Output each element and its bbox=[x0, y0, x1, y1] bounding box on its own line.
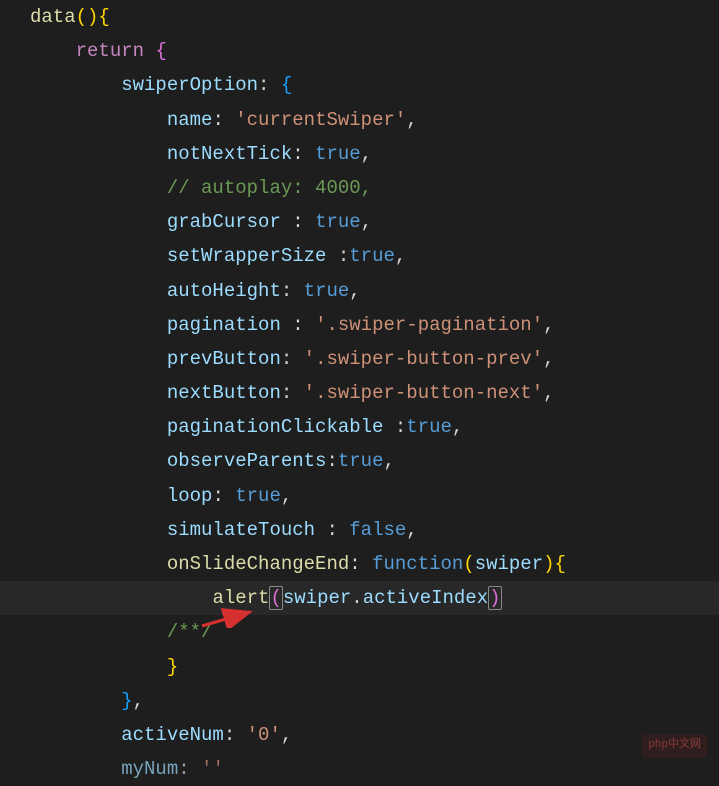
boolean-token: true bbox=[304, 280, 350, 302]
code-line: onSlideChangeEnd: function(swiper){ bbox=[0, 547, 719, 581]
code-line: activeNum: '0', bbox=[0, 718, 719, 752]
comment-token: // autoplay: 4000, bbox=[167, 177, 372, 199]
property-token: swiperOption bbox=[121, 74, 258, 96]
code-line: loop: true, bbox=[0, 479, 719, 513]
code-line: notNextTick: true, bbox=[0, 137, 719, 171]
code-line-highlight: alert(swiper.activeIndex) bbox=[0, 581, 719, 615]
boolean-token: false bbox=[349, 519, 406, 541]
string-token: '.swiper-button-next' bbox=[304, 382, 543, 404]
method-token: onSlideChangeEnd bbox=[167, 553, 349, 575]
code-line: myNum: '' bbox=[0, 752, 719, 786]
property-token: simulateTouch bbox=[167, 519, 315, 541]
property-token: paginationClickable bbox=[167, 416, 384, 438]
code-line: simulateTouch : false, bbox=[0, 513, 719, 547]
code-line: setWrapperSize :true, bbox=[0, 239, 719, 273]
code-line: paginationClickable :true, bbox=[0, 410, 719, 444]
method-token: data bbox=[30, 6, 76, 28]
string-token: '' bbox=[201, 758, 224, 780]
code-line: data(){ bbox=[0, 0, 719, 34]
code-line: nextButton: '.swiper-button-next', bbox=[0, 376, 719, 410]
keyword-token: return bbox=[76, 40, 144, 62]
boolean-token: true bbox=[406, 416, 452, 438]
property-token: activeIndex bbox=[363, 587, 488, 609]
code-line: }, bbox=[0, 684, 719, 718]
code-line: autoHeight: true, bbox=[0, 274, 719, 308]
boolean-token: true bbox=[349, 245, 395, 267]
property-token: autoHeight bbox=[167, 280, 281, 302]
comment-token: /**/ bbox=[167, 621, 213, 643]
property-token: notNextTick bbox=[167, 143, 292, 165]
method-token: alert bbox=[212, 587, 269, 609]
string-token: '0' bbox=[247, 724, 281, 746]
property-token: grabCursor bbox=[167, 211, 281, 233]
property-token: activeNum bbox=[121, 724, 224, 746]
code-line: } bbox=[0, 650, 719, 684]
code-line: prevButton: '.swiper-button-prev', bbox=[0, 342, 719, 376]
param-token: swiper bbox=[283, 587, 351, 609]
code-line: /**/ bbox=[0, 615, 719, 649]
watermark: php中文网 bbox=[642, 734, 707, 758]
property-token: name bbox=[167, 109, 213, 131]
code-line: // autoplay: 4000, bbox=[0, 171, 719, 205]
code-line: name: 'currentSwiper', bbox=[0, 103, 719, 137]
property-token: loop bbox=[167, 485, 213, 507]
property-token: setWrapperSize bbox=[167, 245, 327, 267]
code-line: swiperOption: { bbox=[0, 68, 719, 102]
property-token: pagination bbox=[167, 314, 281, 336]
property-token: nextButton bbox=[167, 382, 281, 404]
code-line: grabCursor : true, bbox=[0, 205, 719, 239]
code-line: pagination : '.swiper-pagination', bbox=[0, 308, 719, 342]
boolean-token: true bbox=[338, 450, 384, 472]
property-token: observeParents bbox=[167, 450, 327, 472]
param-token: swiper bbox=[475, 553, 543, 575]
boolean-token: true bbox=[315, 211, 361, 233]
property-token: myNum bbox=[121, 758, 178, 780]
code-line: observeParents:true, bbox=[0, 444, 719, 478]
code-editor[interactable]: data(){ return { swiperOption: { name: '… bbox=[0, 0, 719, 786]
property-token: prevButton bbox=[167, 348, 281, 370]
function-token: function bbox=[372, 553, 463, 575]
string-token: '.swiper-pagination' bbox=[315, 314, 543, 336]
string-token: '.swiper-button-prev' bbox=[304, 348, 543, 370]
string-token: 'currentSwiper' bbox=[235, 109, 406, 131]
code-line: return { bbox=[0, 34, 719, 68]
boolean-token: true bbox=[235, 485, 281, 507]
boolean-token: true bbox=[315, 143, 361, 165]
